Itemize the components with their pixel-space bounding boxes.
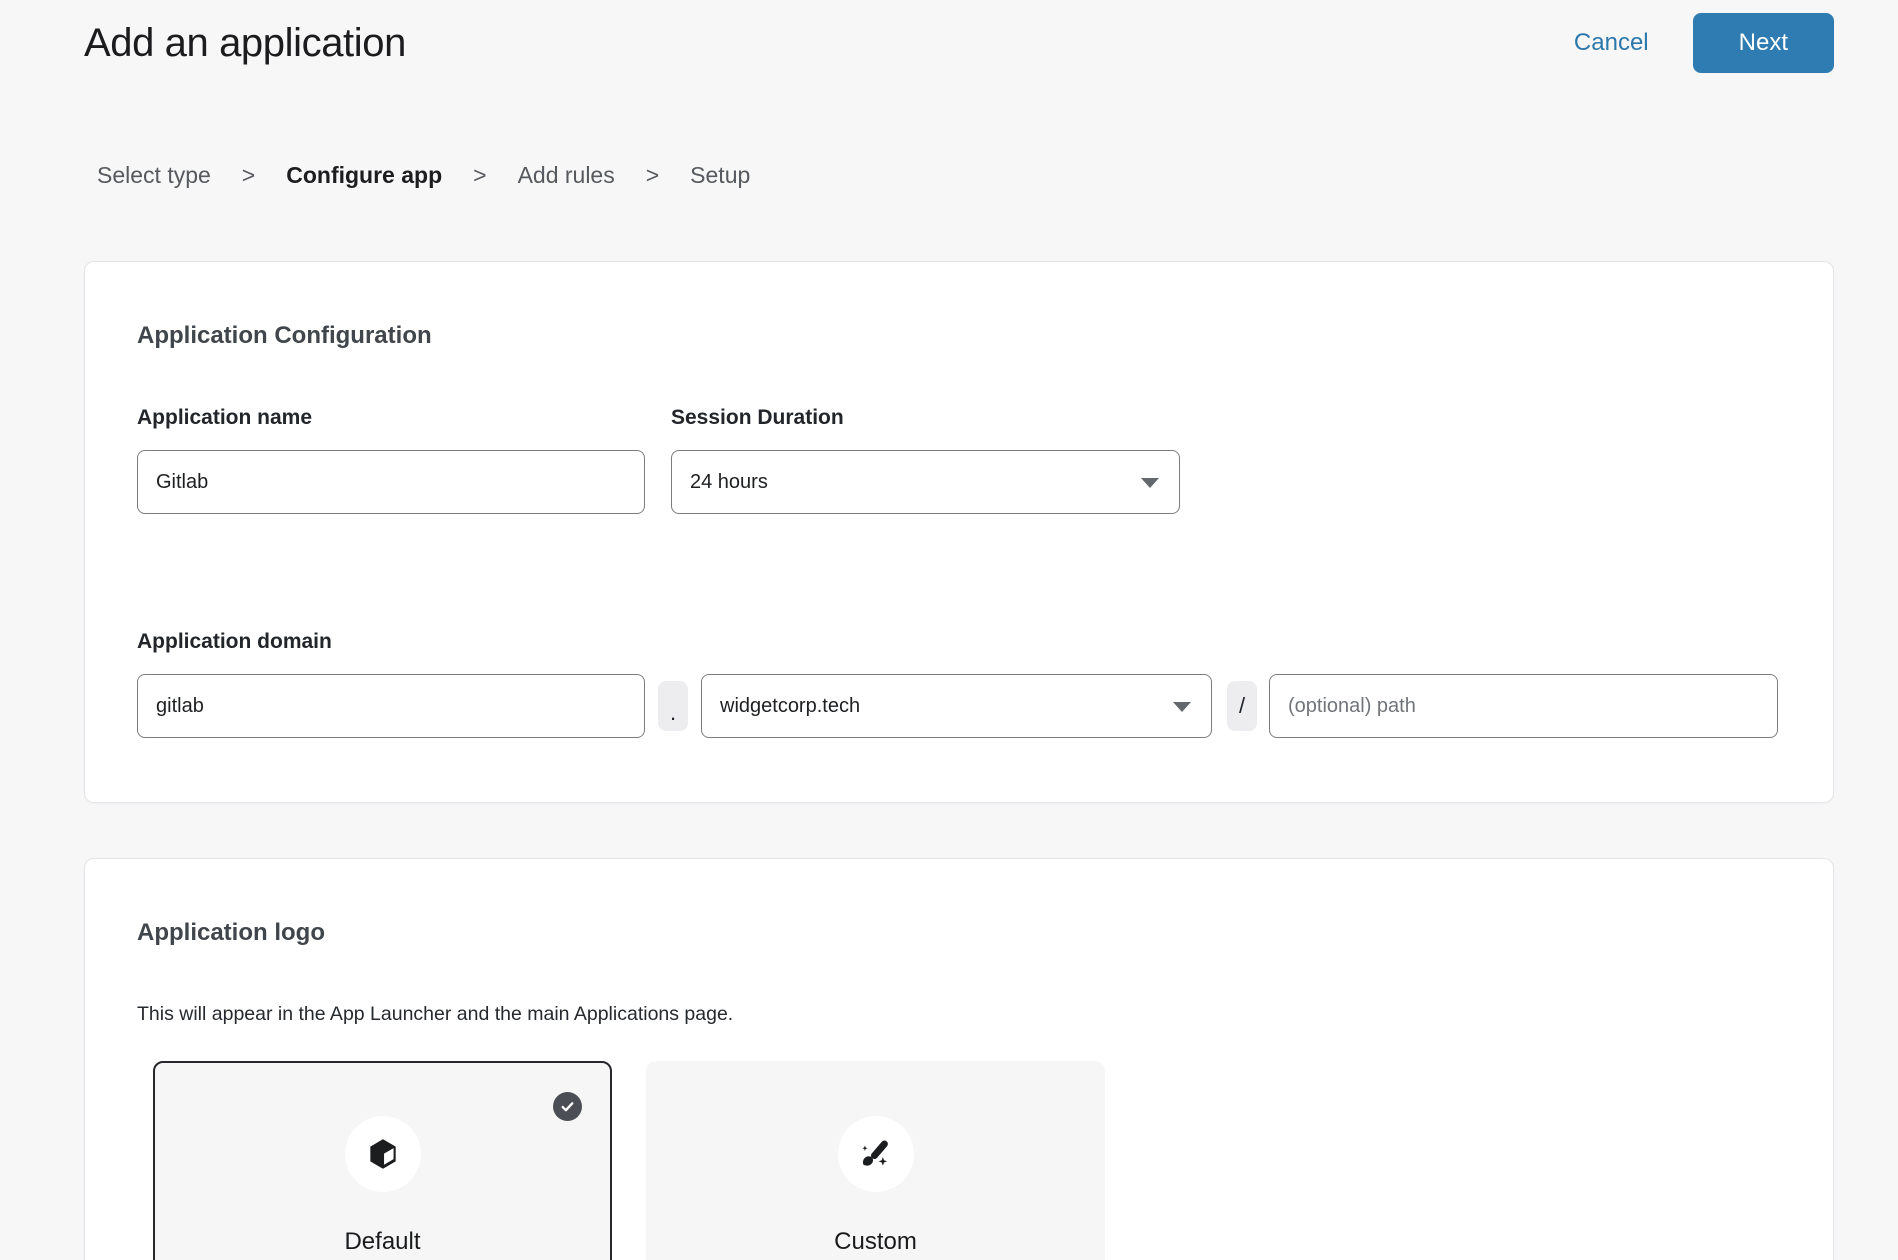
breadcrumb: Select type > Configure app > Add rules … xyxy=(97,162,1834,189)
logo-option-custom[interactable]: Custom xyxy=(646,1061,1105,1260)
session-duration-select[interactable]: 24 hours xyxy=(671,450,1180,514)
custom-logo-circle xyxy=(838,1116,914,1192)
logo-option-label: Default xyxy=(344,1228,420,1256)
application-logo-card: Application logo This will appear in the… xyxy=(84,858,1834,1260)
dot-separator: . xyxy=(658,681,688,731)
application-domain-row: . widgetcorp.tech / xyxy=(137,674,1781,738)
page-title: Add an application xyxy=(84,21,406,66)
session-duration-field: Session Duration 24 hours xyxy=(671,406,1180,514)
paintbrush-icon xyxy=(857,1135,895,1173)
breadcrumb-separator: > xyxy=(646,162,659,189)
application-logo-title: Application logo xyxy=(137,919,1781,947)
slash-separator: / xyxy=(1227,681,1257,731)
logo-option-default[interactable]: Default xyxy=(153,1061,612,1260)
page: Add an application Cancel Next Select ty… xyxy=(0,0,1898,1260)
application-name-field: Application name xyxy=(137,406,645,514)
application-logo-description: This will appear in the App Launcher and… xyxy=(137,1003,1781,1025)
check-badge xyxy=(553,1092,582,1121)
header: Add an application Cancel Next xyxy=(84,0,1834,74)
header-actions: Cancel Next xyxy=(1574,13,1834,73)
breadcrumb-step-select-type[interactable]: Select type xyxy=(97,162,211,189)
session-duration-value: 24 hours xyxy=(690,471,768,494)
subdomain-input[interactable] xyxy=(137,674,645,738)
breadcrumb-step-setup[interactable]: Setup xyxy=(690,162,750,189)
default-logo-circle xyxy=(345,1116,421,1192)
cube-icon xyxy=(364,1135,402,1173)
domain-select-value: widgetcorp.tech xyxy=(720,695,860,718)
name-duration-row: Application name Session Duration 24 hou… xyxy=(137,406,1781,514)
application-configuration-title: Application Configuration xyxy=(137,322,1781,350)
cancel-button[interactable]: Cancel xyxy=(1574,29,1649,57)
session-duration-label: Session Duration xyxy=(671,406,1180,430)
logo-option-label: Custom xyxy=(834,1228,917,1256)
next-button[interactable]: Next xyxy=(1693,13,1834,73)
check-icon xyxy=(559,1098,576,1115)
breadcrumb-separator: > xyxy=(242,162,255,189)
application-name-input[interactable] xyxy=(137,450,645,514)
breadcrumb-step-add-rules[interactable]: Add rules xyxy=(518,162,615,189)
breadcrumb-step-configure-app[interactable]: Configure app xyxy=(286,162,442,189)
domain-select[interactable]: widgetcorp.tech xyxy=(701,674,1212,738)
application-domain-label: Application domain xyxy=(137,630,1781,654)
path-input[interactable] xyxy=(1269,674,1778,738)
breadcrumb-separator: > xyxy=(473,162,486,189)
application-domain-field: Application domain . widgetcorp.tech / xyxy=(137,630,1781,738)
logo-option-tiles: Default Custom xyxy=(153,1061,1781,1260)
application-configuration-card: Application Configuration Application na… xyxy=(84,261,1834,803)
application-name-label: Application name xyxy=(137,406,645,430)
